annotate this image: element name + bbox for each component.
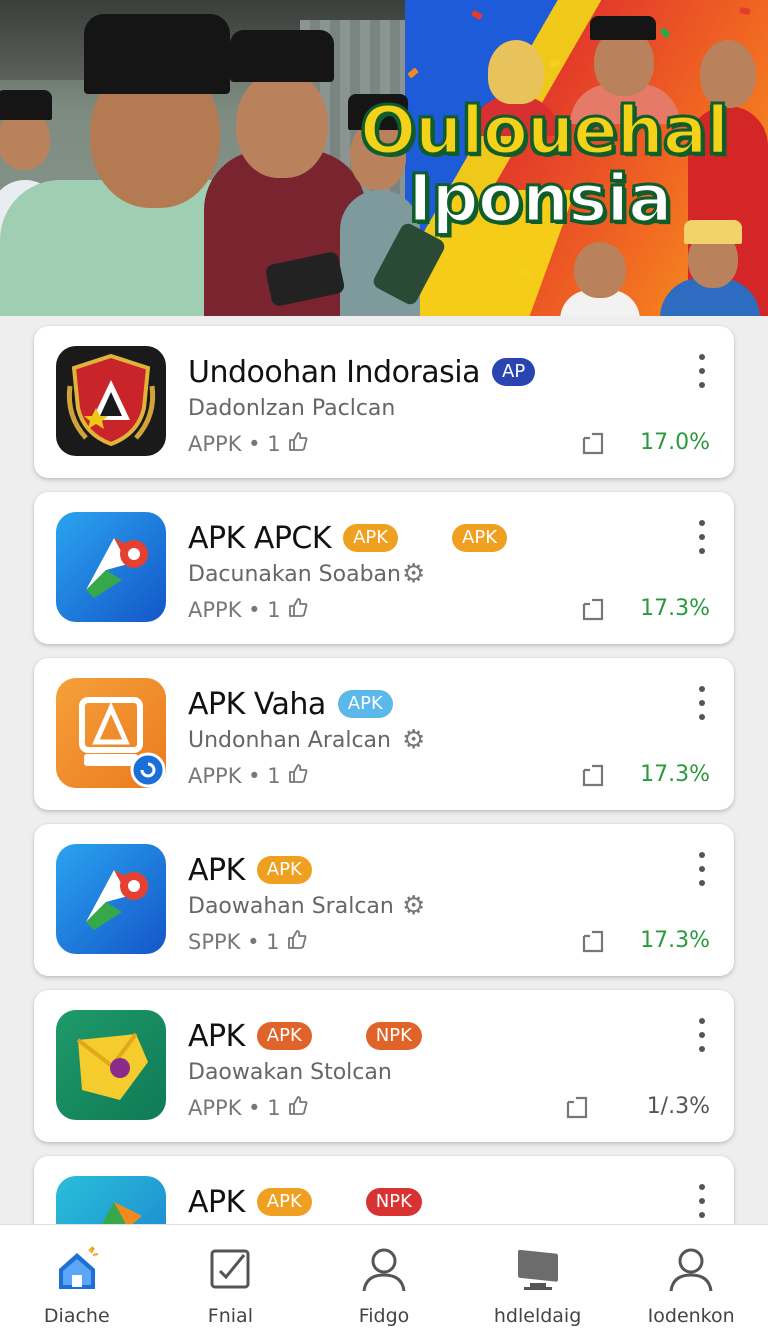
app-title[interactable]: APK [188,853,245,888]
app-subtitle: Dadonlzan Paclcan [188,396,396,421]
banner-title-line2: Iponsia [407,160,675,237]
app-card[interactable]: APK APK NPK Daowakan Stolcan APPK • 1 1/.3% [34,990,734,1142]
share-icon[interactable] [564,1094,592,1120]
share-icon[interactable] [580,928,608,954]
green-folder-icon[interactable] [56,1010,166,1120]
app-card[interactable]: APK Vaha APK Undonhan Aralcan ⚙ APPK • 1 17.3… [34,658,734,810]
person-yellow-cap [660,220,760,316]
nav-label: Fnial [207,1305,253,1327]
app-percent: 17.3% [640,928,710,953]
app-meta-text: SPPK • 1 [188,929,280,954]
app-title[interactable]: APK APCK [188,521,332,556]
app-percent: 17.0% [640,430,710,455]
app-title[interactable]: APK Vaha [188,687,326,722]
gear-icon[interactable]: ⚙ [402,560,425,586]
orange-frame-icon[interactable] [56,678,166,788]
nav-item-2[interactable]: Fnial [154,1225,308,1344]
app-card[interactable]: APK APCK APK APK Dacunakan Soaban ⚙ APPK • 1 1… [34,492,734,644]
share-icon[interactable] [580,596,608,622]
apk-badge: APK [256,1188,312,1216]
apk-badge: APK [256,856,312,884]
share-icon[interactable] [580,762,608,788]
thumbs-up-icon[interactable] [287,430,309,457]
apk-badge: APK [256,1022,312,1050]
app-title-row: APK APCK APK APK [188,518,508,558]
more-options-icon[interactable] [692,1184,712,1218]
app-subtitle: Daowahan Sralcan [188,894,394,919]
more-options-icon[interactable] [692,686,712,720]
app-title[interactable]: APK [188,1019,245,1054]
person-front-young [560,240,640,316]
more-options-icon[interactable] [692,852,712,886]
bottom-navigation: Diache Fnial Fidgo hdleldaig Iodenkon [0,1224,768,1344]
home-icon [51,1243,103,1295]
thumbs-up-icon[interactable] [286,928,308,955]
app-title[interactable]: Undoohan Indorasia [188,355,481,390]
blue-arrow-logo-icon[interactable] [56,512,166,622]
profile-icon [665,1243,717,1295]
gear-icon[interactable]: ⚙ [402,726,425,752]
app-title-row: APK Vaha APK [188,684,393,724]
app-percent: 1/.3% [646,1094,710,1119]
banner-title: Oulouehal Iponsia [359,92,760,237]
app-subtitle: Daowakan Stolcan [188,1060,392,1085]
app-title[interactable]: APK [188,1185,245,1220]
apk-badge: APK [343,524,399,552]
nav-label: Fidgo [358,1305,410,1327]
apk-badge: APK [452,524,508,552]
apk-badge: AP [492,358,536,386]
blue-arrow-logo-icon[interactable] [56,844,166,954]
gear-icon[interactable]: ⚙ [402,892,425,918]
nav-label: Iodenkon [647,1305,735,1327]
edit-square-icon [204,1243,256,1295]
app-card[interactable]: Undoohan Indorasia AP Dadonlzan Paclcan APP… [34,326,734,478]
app-card[interactable]: APK APK Daowahan Sralcan ⚙ SPPK • 1 17.3% [34,824,734,976]
nav-label: Diache [43,1305,110,1327]
nav-item-1[interactable]: Diache [0,1225,154,1344]
apk-badge: NPK [365,1022,422,1050]
app-list: Undoohan Indorasia AP Dadonlzan Paclcan APP… [0,316,768,1224]
app-title-row: APK APK [188,850,312,890]
app-card[interactable]: APK APK NPK [34,1156,734,1224]
app-meta: APPK • 1 [188,762,309,789]
app-title-row: Undoohan Indorasia AP [188,352,536,392]
thumbs-up-icon[interactable] [287,762,309,789]
app-subtitle: Dacunakan Soaban [188,562,401,587]
nav-item-3[interactable]: Fidgo [307,1225,461,1344]
share-icon[interactable] [580,430,608,456]
thumbs-up-icon[interactable] [287,596,309,623]
more-options-icon[interactable] [692,520,712,554]
nav-item-5[interactable]: Iodenkon [614,1225,768,1344]
app-title-row: APK APK NPK [188,1016,422,1056]
hero-banner: Oulouehal Iponsia [0,0,768,316]
person-icon [358,1243,410,1295]
app-title-row: APK APK NPK [188,1182,422,1222]
app-percent: 17.3% [640,596,710,621]
app-meta: APPK • 1 [188,596,309,623]
app-meta-text: APPK • 1 [188,763,281,788]
banner-title-line1: Oulouehal [359,92,731,169]
app-percent: 17.3% [640,762,710,787]
app-meta-text: APPK • 1 [188,431,281,456]
more-options-icon[interactable] [692,1018,712,1052]
app-meta: SPPK • 1 [188,928,308,955]
teal-arrow-logo-icon[interactable] [56,1176,166,1224]
shield-emblem-icon[interactable] [56,346,166,456]
app-meta-text: APPK • 1 [188,1095,281,1120]
app-subtitle: Undonhan Aralcan [188,728,391,753]
nav-item-4[interactable]: hdleldaig [461,1225,615,1344]
more-options-icon[interactable] [692,354,712,388]
monitor-icon [512,1243,564,1295]
app-meta: APPK • 1 [188,1094,309,1121]
nav-label: hdleldaig [493,1305,582,1327]
apk-badge: APK [337,690,393,718]
apk-badge: NPK [365,1188,422,1216]
app-meta-text: APPK • 1 [188,597,281,622]
thumbs-up-icon[interactable] [287,1094,309,1121]
app-meta: APPK • 1 [188,430,309,457]
